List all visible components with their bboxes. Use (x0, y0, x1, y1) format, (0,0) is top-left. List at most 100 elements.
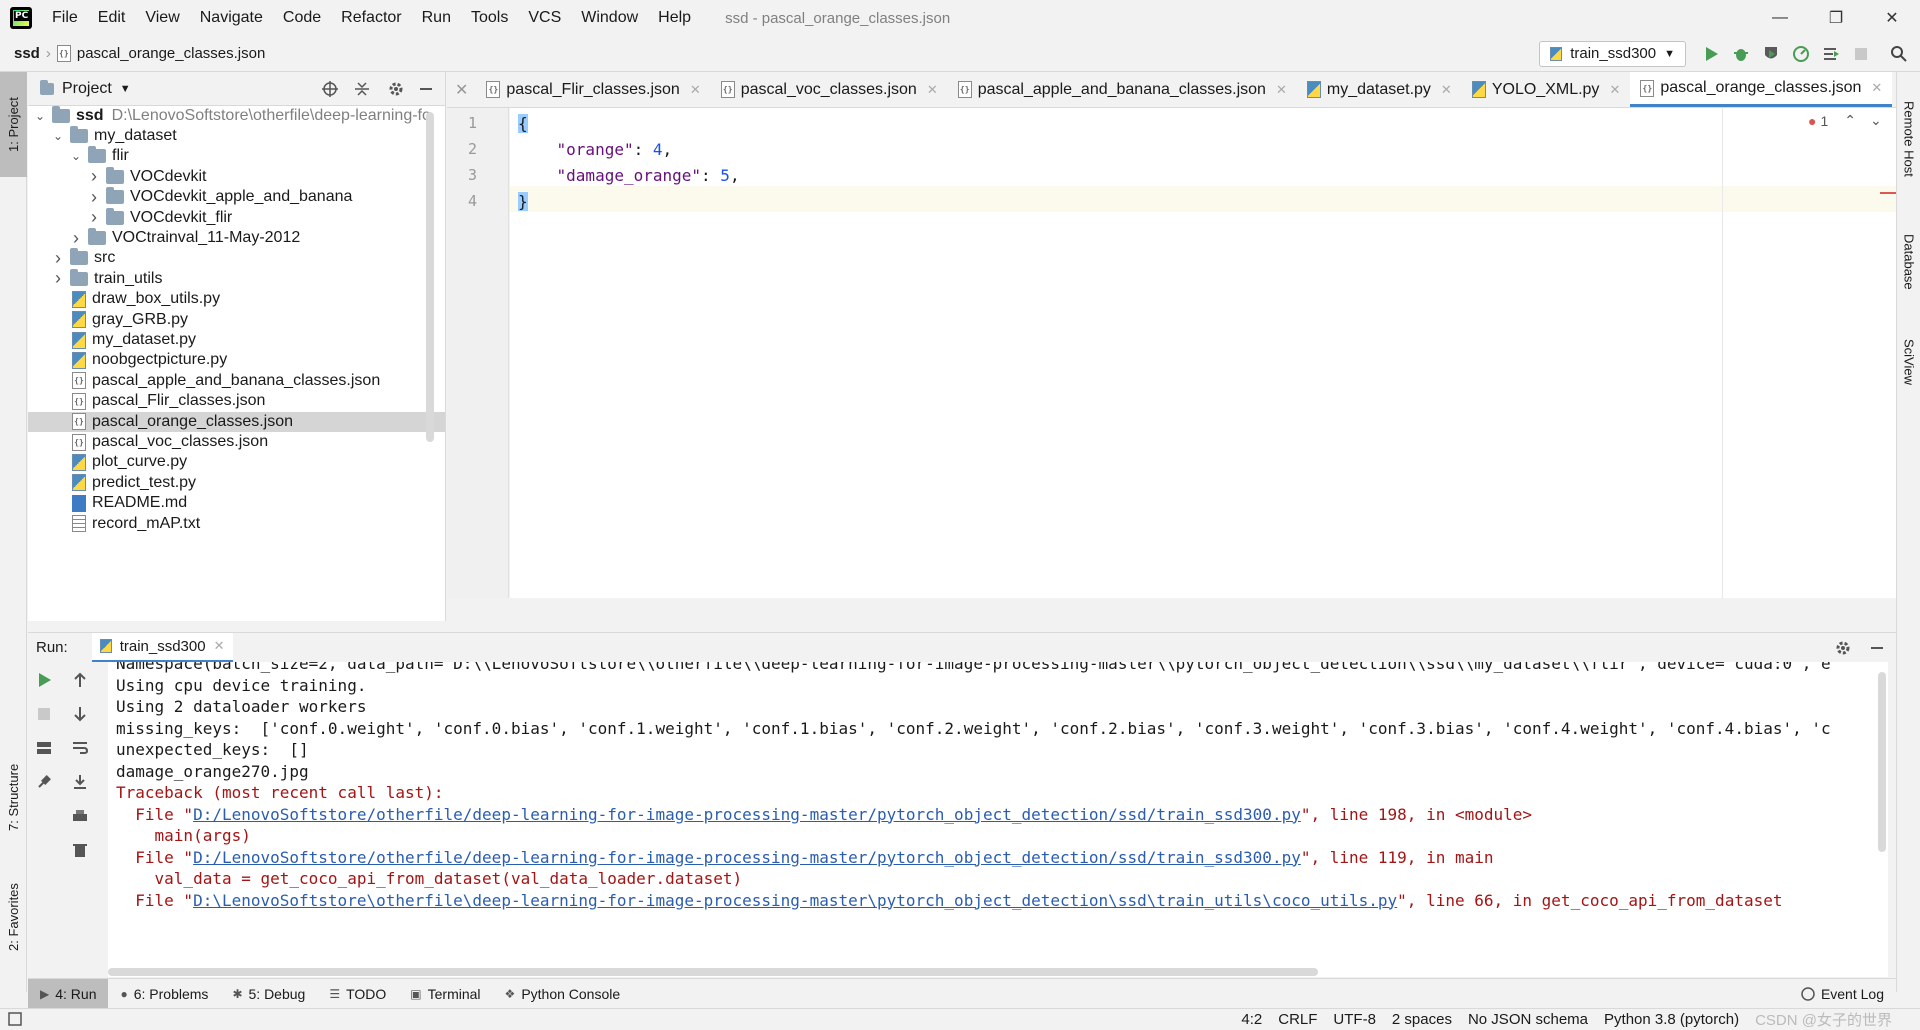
tree-item[interactable]: gray_GRB.py (28, 310, 445, 330)
python-interpreter[interactable]: Python 3.8 (pytorch) (1596, 1011, 1747, 1028)
line-separator[interactable]: CRLF (1270, 1011, 1325, 1028)
layout-icon[interactable] (34, 738, 54, 758)
project-view-selector[interactable]: Project (62, 80, 112, 98)
hide-panel-icon[interactable] (419, 82, 433, 96)
menu-file[interactable]: File (42, 0, 88, 36)
tool-tab-favorites[interactable]: 2: Favorites (0, 862, 27, 972)
editor-tab[interactable]: {} pascal_orange_classes.json ✕ (1630, 72, 1893, 107)
menu-refactor[interactable]: Refactor (331, 0, 411, 36)
breadcrumb-project[interactable]: ssd (0, 45, 46, 62)
scroll-to-end-icon[interactable] (70, 772, 90, 792)
file-encoding[interactable]: UTF-8 (1325, 1011, 1384, 1028)
arrow-down-icon[interactable] (70, 704, 90, 724)
tree-item[interactable]: {} pascal_voc_classes.json (28, 432, 445, 452)
tool-tab-project[interactable]: 1: Project (0, 72, 27, 177)
collapse-all-icon[interactable] (353, 80, 371, 98)
file-link[interactable]: D:\LenovoSoftstore\otherfile\deep-learni… (193, 891, 1397, 910)
chevron-right-icon[interactable]: › (86, 166, 102, 187)
close-icon[interactable]: ✕ (1864, 0, 1920, 36)
editor-tab[interactable]: YOLO_XML.py ✕ (1462, 72, 1631, 107)
tree-item[interactable]: draw_box_utils.py (28, 289, 445, 309)
close-icon[interactable]: ✕ (690, 82, 701, 98)
breadcrumb-file[interactable]: {} pascal_orange_classes.json (51, 45, 271, 62)
indent-setting[interactable]: 2 spaces (1384, 1011, 1460, 1028)
trash-icon[interactable] (70, 840, 90, 860)
error-stripe-mark[interactable] (1880, 192, 1896, 194)
run-tab[interactable]: train_ssd300 ✕ (91, 632, 233, 663)
menu-help[interactable]: Help (648, 0, 701, 36)
tool-tab-sciview[interactable]: SciView (1897, 322, 1920, 402)
close-icon[interactable]: ✕ (927, 82, 938, 98)
tree-item[interactable]: ⌄ my_dataset (28, 126, 445, 146)
hide-panel-icon[interactable] (1870, 641, 1884, 655)
concurrency-icon[interactable] (1818, 41, 1844, 67)
tree-item[interactable]: › VOCtrainval_11-May-2012 (28, 228, 445, 249)
tool-button[interactable]: ▶ 4: Run (28, 978, 109, 1009)
json-schema[interactable]: No JSON schema (1460, 1011, 1596, 1028)
close-icon[interactable]: ✕ (447, 72, 476, 107)
tool-tab-remote-host[interactable]: Remote Host (1897, 84, 1920, 194)
code-editor[interactable]: { "orange": 4, "damage_orange": 5,} (510, 108, 1896, 598)
run-icon[interactable] (1698, 41, 1724, 67)
console-horizontal-scrollbar[interactable] (108, 968, 1318, 976)
tree-item[interactable]: noobgectpicture.py (28, 350, 445, 370)
stop-icon[interactable] (1848, 41, 1874, 67)
editor-tab[interactable]: {} pascal_voc_classes.json ✕ (711, 72, 948, 107)
menu-vcs[interactable]: VCS (518, 0, 571, 36)
editor-tab[interactable]: my_dataset.py ✕ (1297, 72, 1462, 107)
tree-item[interactable]: › VOCdevkit (28, 166, 445, 187)
restore-icon[interactable]: ❐ (1808, 0, 1864, 36)
toggle-tool-windows-icon[interactable] (8, 1012, 22, 1026)
editor-tab[interactable]: {} pascal_apple_and_banana_classes.json ✕ (948, 72, 1297, 107)
chevron-right-icon[interactable]: › (50, 248, 66, 269)
soft-wrap-icon[interactable] (70, 738, 90, 758)
close-icon[interactable]: ✕ (214, 638, 225, 654)
run-console[interactable]: Namespace(batch_size=2, data_path='D:\\L… (108, 662, 1888, 977)
tree-item[interactable]: predict_test.py (28, 473, 445, 493)
tool-button[interactable]: ▣ Terminal (398, 979, 492, 1009)
menu-view[interactable]: View (135, 0, 189, 36)
chevron-down-icon[interactable]: ⌄ (1870, 112, 1882, 129)
tool-button[interactable]: ● 6: Problems (108, 979, 220, 1009)
file-link[interactable]: D:/LenovoSoftstore/otherfile/deep-learni… (193, 805, 1301, 824)
menu-edit[interactable]: Edit (88, 0, 136, 36)
tool-button[interactable]: ☰ TODO (317, 979, 398, 1009)
close-icon[interactable]: ✕ (1871, 80, 1882, 96)
search-everywhere-icon[interactable] (1886, 41, 1912, 67)
run-with-coverage-icon[interactable] (1758, 41, 1784, 67)
chevron-right-icon[interactable]: › (86, 207, 102, 228)
stop-icon[interactable] (34, 704, 54, 724)
tree-scrollbar[interactable] (426, 112, 434, 442)
close-icon[interactable]: ✕ (1441, 82, 1452, 98)
locate-file-icon[interactable] (321, 80, 339, 98)
tree-item[interactable]: my_dataset.py (28, 330, 445, 350)
pin-icon[interactable] (34, 772, 54, 792)
tree-item[interactable]: › VOCdevkit_apple_and_banana (28, 187, 445, 207)
tree-root[interactable]: ⌄ ssd D:\LenovoSoftstore\otherfile\deep-… (28, 106, 445, 126)
caret-position[interactable]: 4:2 (1233, 1011, 1270, 1028)
chevron-right-icon[interactable]: › (50, 268, 66, 289)
rerun-icon[interactable] (34, 670, 54, 690)
menu-tools[interactable]: Tools (461, 0, 518, 36)
chevron-down-icon[interactable]: ⌄ (50, 129, 66, 143)
chevron-down-icon[interactable]: ⌄ (68, 149, 84, 163)
tree-item[interactable]: {} pascal_Flir_classes.json (28, 391, 445, 411)
tree-item[interactable]: {} pascal_apple_and_banana_classes.json (28, 371, 445, 391)
inspection-widget[interactable]: ● 1 ⌃ ⌄ (1808, 112, 1882, 129)
profile-icon[interactable] (1788, 41, 1814, 67)
tool-button[interactable]: ❖ Python Console (493, 979, 633, 1009)
editor-tab[interactable]: {} pascal_Flir_classes.json ✕ (476, 72, 710, 107)
chevron-right-icon[interactable]: › (68, 228, 84, 249)
chevron-up-icon[interactable]: ⌃ (1844, 112, 1856, 129)
chevron-down-icon[interactable]: ⌄ (1892, 72, 1896, 107)
menu-code[interactable]: Code (273, 0, 331, 36)
tree-item[interactable]: {} pascal_orange_classes.json (28, 411, 445, 432)
tree-item[interactable]: › src (28, 248, 445, 269)
console-scrollbar[interactable] (1878, 672, 1886, 852)
gear-icon[interactable] (387, 80, 405, 98)
tree-item[interactable]: record_mAP.txt (28, 514, 445, 534)
chevron-down-icon[interactable]: ▼ (120, 83, 131, 95)
tool-button[interactable]: ✱ 5: Debug (220, 979, 317, 1009)
file-link[interactable]: D:/LenovoSoftstore/otherfile/deep-learni… (193, 848, 1301, 867)
close-icon[interactable]: ✕ (1276, 82, 1287, 98)
